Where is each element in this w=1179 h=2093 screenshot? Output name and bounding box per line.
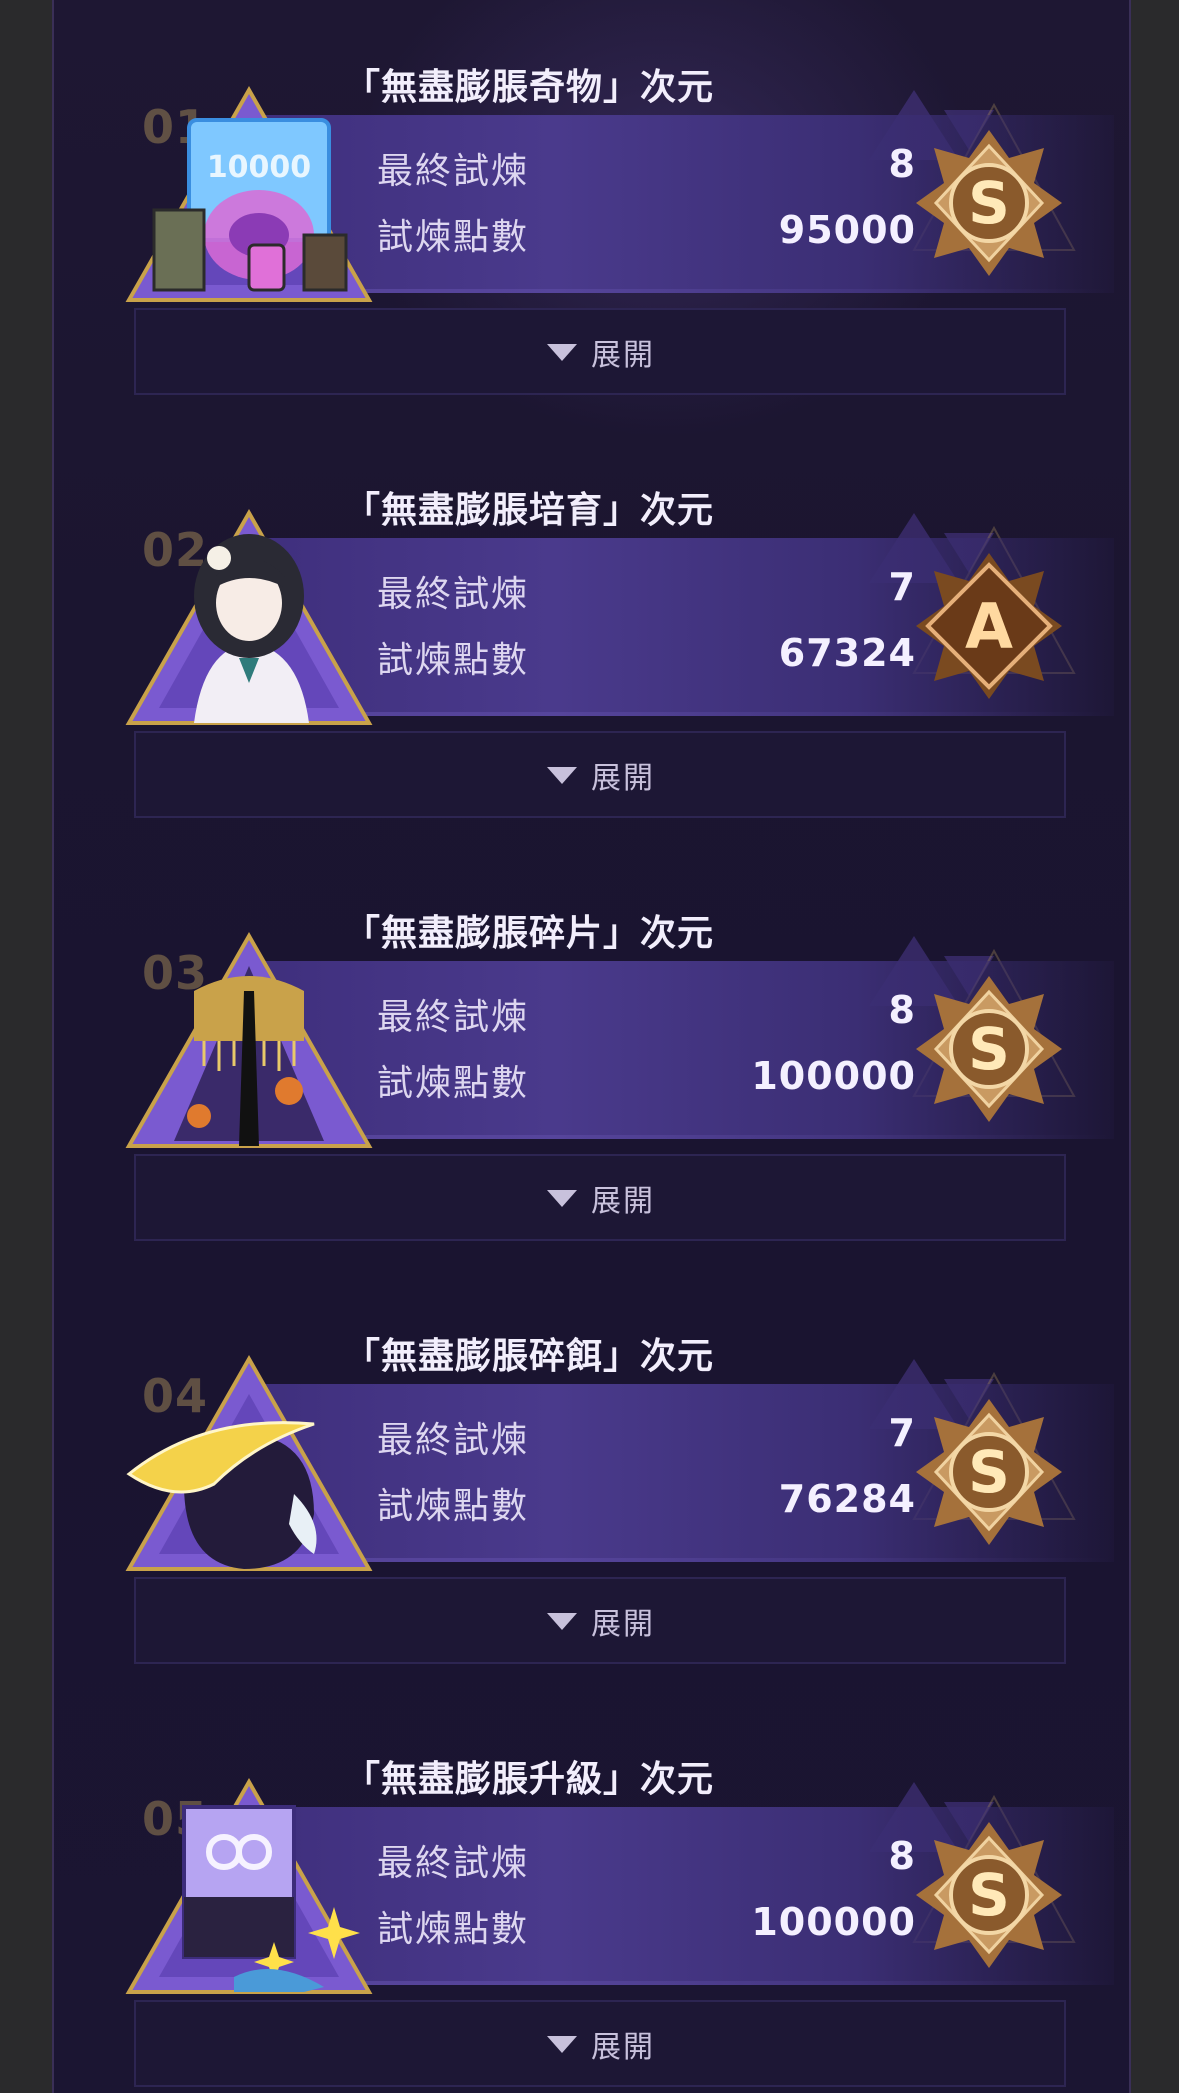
expand-label: 展開 [591,1606,655,1642]
dimension-title: 「無盡膨脹培育」次元 [344,490,715,531]
final-trial-label: 最終試煉 [377,1843,530,1884]
final-trial-label: 最終試煉 [377,997,530,1038]
trial-points-value: 100000 [751,1900,916,1944]
trial-points-value: 95000 [778,208,916,252]
trial-points-label: 試煉點數 [377,1909,530,1950]
trial-points-label: 試煉點數 [377,1486,530,1527]
chevron-down-icon [547,1612,577,1630]
dimension-card: 04 「無盡膨脹碎餌」次元 最終試煉 7 試煉點數 76284 S 展開 [54,1269,1129,1669]
dimension-title: 「無盡膨脹碎片」次元 [344,913,715,954]
final-trial-value: 7 [888,1411,916,1455]
grade-letter: S [968,1861,1010,1929]
final-trial-value: 8 [888,1834,916,1878]
dimension-title: 「無盡膨脹碎餌」次元 [344,1336,715,1377]
final-trial-value: 8 [888,142,916,186]
final-trial-value: 8 [888,988,916,1032]
grade-letter: S [968,1438,1010,1506]
upgrade-book-icon [125,1777,373,1994]
expand-label: 展開 [591,760,655,796]
dimension-card: 02 「無盡膨脹培育」次元 最終試煉 7 試煉點數 67324 A 展開 [54,423,1129,823]
expand-label: 展開 [591,1183,655,1219]
chevron-down-icon [547,1189,577,1207]
trial-points-label: 試煉點數 [377,1063,530,1104]
shard-icon [125,931,373,1148]
dimension-card: 01 10000 「無盡膨脹奇物」次元 最終試煉 8 試煉點數 95000 S … [54,0,1129,400]
expand-button[interactable]: 展開 [134,1577,1066,1664]
final-trial-label: 最終試煉 [377,151,530,192]
dimension-title: 「無盡膨脹升級」次元 [344,1759,715,1800]
trial-points-value: 76284 [778,1477,916,1521]
expand-button[interactable]: 展開 [134,1154,1066,1241]
grade-badge: S [916,1822,1062,1968]
expand-button[interactable]: 展開 [134,731,1066,818]
grade-badge: S [916,130,1062,276]
final-trial-label: 最終試煉 [377,1420,530,1461]
chevron-down-icon [547,766,577,784]
expand-button[interactable]: 展開 [134,308,1066,395]
chevron-down-icon [547,2035,577,2053]
expand-label: 展開 [591,337,655,373]
trial-points-value: 67324 [778,631,916,675]
trial-points-value: 100000 [751,1054,916,1098]
expand-button[interactable]: 展開 [134,2000,1066,2087]
grade-badge: S [916,976,1062,1122]
trial-points-label: 試煉點數 [377,217,530,258]
trial-points-label: 試煉點數 [377,640,530,681]
grade-letter: A [965,590,1013,663]
svg-text:10000: 10000 [207,150,311,185]
grade-badge: S [916,1399,1062,1545]
artifact-icon: 10000 [125,85,373,302]
grade-badge: A [916,553,1062,699]
character-portrait-icon [125,508,373,725]
expand-label: 展開 [591,2029,655,2065]
final-trial-label: 最終試煉 [377,574,530,615]
dimension-card: 03 「無盡膨脹碎片」次元 最終試煉 8 試煉點數 100000 S 展開 [54,846,1129,1246]
grade-letter: S [968,1015,1010,1083]
grade-letter: S [968,169,1010,237]
final-trial-value: 7 [888,565,916,609]
chevron-down-icon [547,343,577,361]
dimension-title: 「無盡膨脹奇物」次元 [344,67,715,108]
bait-icon [125,1354,373,1571]
dimension-card: 05 「無盡膨脹升級」次元 最終試煉 8 試煉點數 100000 S 展開 [54,1692,1129,2092]
dimension-list-panel: 01 10000 「無盡膨脹奇物」次元 最終試煉 8 試煉點數 95000 S … [52,0,1131,2093]
